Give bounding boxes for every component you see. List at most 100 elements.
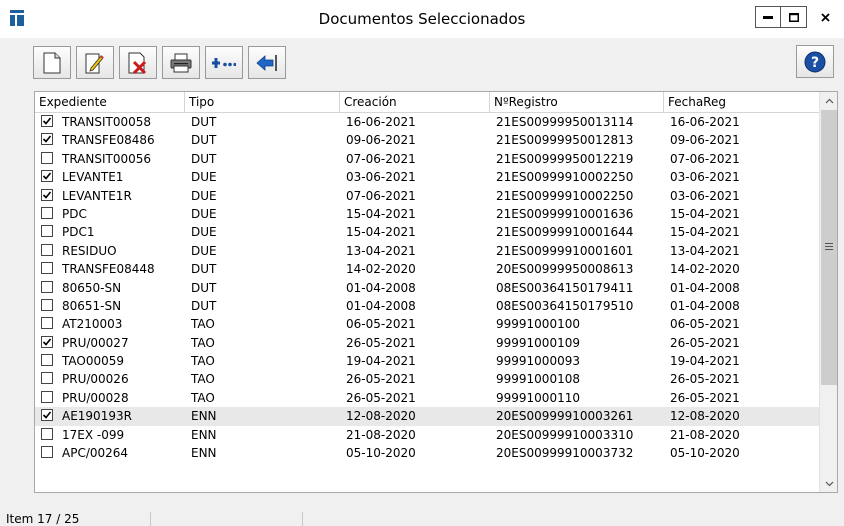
table-row[interactable]: TRANSIT00056 DUT 07-06-2021 21ES00999950012…	[35, 150, 819, 168]
cell-fechareg: 01-04-2008	[670, 280, 740, 295]
table-row[interactable]: PRU/00027 TAO 26-05-2021 99991000109 26-05-2…	[35, 334, 819, 352]
cell-expediente: PRU/00027	[62, 335, 129, 350]
print-icon	[170, 53, 192, 72]
vertical-scrollbar[interactable]	[819, 92, 837, 492]
scroll-up-button[interactable]	[820, 92, 837, 109]
column-header-registro[interactable]: NºRegistro	[490, 92, 664, 112]
cell-fechareg: 19-04-2021	[670, 354, 740, 369]
status-panel-empty	[152, 512, 303, 526]
column-header-tipo[interactable]: Tipo	[185, 92, 340, 112]
cell-fechareg: 09-06-2021	[670, 133, 740, 148]
cell-registro: 99991000100	[496, 317, 580, 332]
cell-creacion: 15-04-2021	[346, 206, 416, 221]
cell-registro: 20ES00999910003261	[496, 409, 634, 424]
cell-registro: 21ES00999910002250	[496, 170, 634, 185]
new-document-button[interactable]	[33, 46, 71, 79]
cell-fechareg: 26-05-2021	[670, 390, 740, 405]
close-button[interactable]	[812, 6, 838, 28]
cell-registro: 99991000108	[496, 372, 580, 387]
window-title: Documentos Seleccionados	[318, 10, 526, 28]
cell-creacion: 03-06-2021	[346, 170, 416, 185]
maximize-button[interactable]	[781, 6, 807, 28]
cell-fechareg: 07-06-2021	[670, 151, 740, 166]
table-row[interactable]: LEVANTE1 DUE 03-06-2021 21ES00999910002250 0…	[35, 168, 819, 186]
table-row[interactable]: PRU/00028 TAO 26-05-2021 99991000110 26-05-2…	[35, 389, 819, 407]
cell-tipo: DUE	[191, 206, 217, 221]
table-row[interactable]: PDC DUE 15-04-2021 21ES00999910001636 15-04-…	[35, 205, 819, 223]
cell-tipo: ENN	[191, 409, 217, 424]
delete-document-icon	[128, 52, 147, 74]
table-row[interactable]: AT210003 TAO 06-05-2021 99991000100 06-05-20…	[35, 315, 819, 333]
help-icon: ?	[804, 51, 826, 72]
cell-tipo: DUT	[191, 280, 217, 295]
table-row[interactable]: TRANSIT00058 DUT 16-06-2021 21ES00999950013…	[35, 113, 819, 131]
minimize-icon	[763, 16, 773, 19]
cell-fechareg: 26-05-2021	[670, 335, 740, 350]
toolbar-buttons	[33, 46, 291, 79]
edit-document-button[interactable]	[76, 46, 114, 79]
cell-creacion: 16-06-2021	[346, 115, 416, 129]
table-row[interactable]: 80650-SN DUT 01-04-2008 08ES00364150179411 0…	[35, 279, 819, 297]
cell-tipo: TAO	[191, 354, 215, 369]
table-row[interactable]: TRANSFE08486 DUT 09-06-2021 21ES00999950012…	[35, 131, 819, 149]
help-button[interactable]: ?	[796, 45, 834, 78]
cell-expediente: TRANSFE08486	[62, 133, 155, 148]
delete-document-button[interactable]	[119, 46, 157, 79]
cell-fechareg: 16-06-2021	[670, 115, 740, 129]
cell-fechareg: 01-04-2008	[670, 298, 740, 313]
cell-registro: 20ES00999910003732	[496, 446, 634, 461]
cell-creacion: 07-06-2021	[346, 188, 416, 203]
table-row[interactable]: LEVANTE1R DUE 07-06-2021 21ES00999910002250…	[35, 187, 819, 205]
cell-fechareg: 06-05-2021	[670, 317, 740, 332]
table-row[interactable]: PDC1 DUE 15-04-2021 21ES00999910001644 15-04…	[35, 223, 819, 241]
cell-fechareg: 05-10-2020	[670, 446, 740, 461]
cell-creacion: 12-08-2020	[346, 409, 416, 424]
cell-expediente: AE190193R	[62, 409, 132, 424]
table-row[interactable]: 80651-SN DUT 01-04-2008 08ES00364150179510 0…	[35, 297, 819, 315]
cell-registro: 21ES00999910001644	[496, 225, 634, 240]
column-header-fechareg[interactable]: FechaReg	[664, 92, 819, 112]
cell-expediente: PDC	[62, 206, 87, 221]
table-row[interactable]: TAO00059 TAO 19-04-2021 99991000093 19-04-20…	[35, 352, 819, 370]
cell-expediente: AT210003	[62, 317, 123, 332]
scroll-down-button[interactable]	[820, 475, 837, 492]
cell-creacion: 09-06-2021	[346, 133, 416, 148]
status-bar: Item 17 / 25	[0, 506, 844, 526]
cell-fechareg: 03-06-2021	[670, 188, 740, 203]
scrollbar-thumb[interactable]	[821, 110, 837, 385]
cell-tipo: DUT	[191, 151, 217, 166]
cell-tipo: TAO	[191, 372, 215, 387]
cell-creacion: 07-06-2021	[346, 151, 416, 166]
cell-expediente: TAO00059	[62, 354, 125, 369]
print-button[interactable]	[162, 46, 200, 79]
cell-fechareg: 15-04-2021	[670, 225, 740, 240]
cell-expediente: PDC1	[62, 225, 95, 240]
add-more-icon	[212, 57, 236, 68]
table-row[interactable]: AE190193R ENN 12-08-2020 20ES00999910003261…	[35, 407, 819, 426]
cell-registro: 99991000109	[496, 335, 580, 350]
cell-registro: 21ES00999950012219	[496, 151, 634, 166]
table-row[interactable]: PRU/00026 TAO 26-05-2021 99991000108 26-05-2…	[35, 370, 819, 388]
column-header-creacion[interactable]: Creación	[340, 92, 490, 112]
table-header: Expediente Tipo Creación NºRegistro Fech…	[35, 92, 819, 113]
add-more-button[interactable]	[205, 46, 243, 79]
cell-expediente: TRANSFE08448	[62, 262, 155, 277]
cell-creacion: 26-05-2021	[346, 390, 416, 405]
column-header-expediente[interactable]: Expediente	[35, 92, 185, 112]
table-row[interactable]: TRANSFE08448 DUT 14-02-2020 20ES00999950008…	[35, 260, 819, 278]
back-arrow-icon	[256, 54, 277, 71]
cell-expediente: LEVANTE1	[62, 170, 124, 185]
cell-tipo: DUT	[191, 115, 217, 129]
minimize-button[interactable]	[755, 6, 781, 28]
cell-expediente: TRANSIT00056	[62, 151, 152, 166]
cell-creacion: 01-04-2008	[346, 298, 416, 313]
back-button[interactable]	[248, 46, 286, 79]
new-document-icon	[43, 52, 61, 73]
table-row[interactable]: RESIDUO DUE 13-04-2021 21ES00999910001601 13…	[35, 242, 819, 260]
table-row[interactable]: APC/00264 ENN 05-10-2020 20ES00999910003732…	[35, 444, 819, 462]
cell-creacion: 05-10-2020	[346, 446, 416, 461]
cell-tipo: TAO	[191, 317, 215, 332]
table-row[interactable]: 17EX -099 ENN 21-08-2020 20ES00999910003310…	[35, 426, 819, 444]
cell-expediente: 80651-SN	[62, 298, 122, 313]
cell-fechareg: 26-05-2021	[670, 372, 740, 387]
